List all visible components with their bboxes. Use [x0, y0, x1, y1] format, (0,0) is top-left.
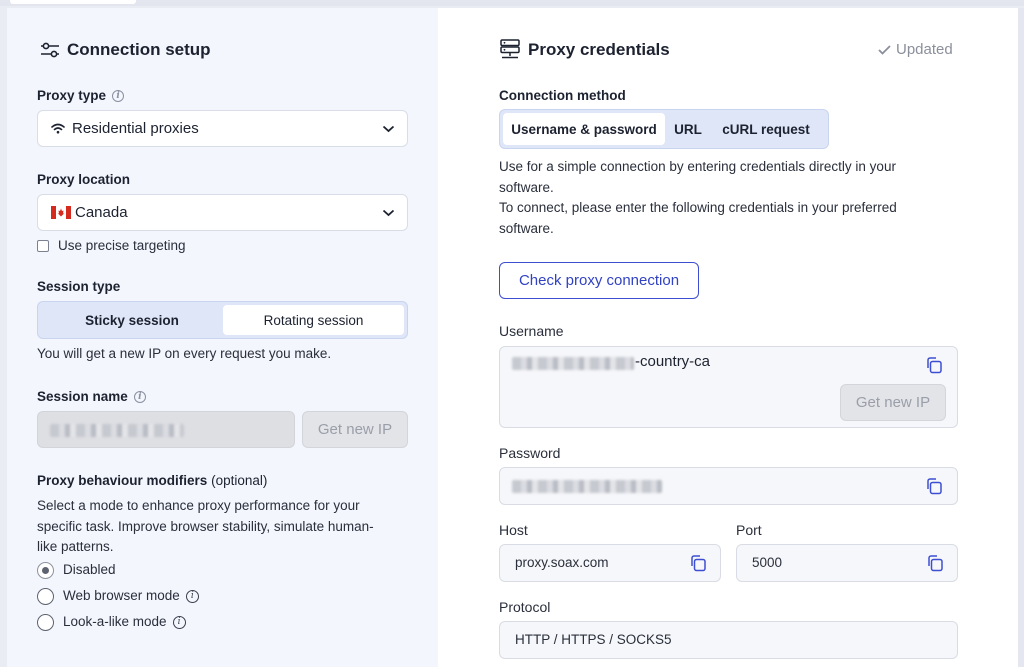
- proxy-location-select[interactable]: Canada: [37, 194, 408, 231]
- desc-line: specific task. Improve browser stability…: [37, 518, 374, 534]
- check-proxy-connection-button[interactable]: Check proxy connection: [499, 262, 699, 299]
- tab-url[interactable]: URL: [665, 113, 711, 145]
- port-field[interactable]: 5000: [736, 544, 958, 582]
- look-a-like-mode-label: Look-a-like mode i: [63, 612, 186, 633]
- server-icon: [500, 39, 520, 59]
- web-browser-mode-label: Web browser mode i: [63, 586, 199, 607]
- tab-curl-request[interactable]: cURL request: [711, 113, 821, 145]
- password-label: Password: [499, 445, 561, 461]
- modifiers-optional: (optional): [211, 473, 268, 488]
- info-icon[interactable]: i: [133, 391, 146, 404]
- session-name-label-text: Session name: [37, 389, 128, 404]
- proxy-type-value: Residential proxies: [72, 120, 199, 137]
- info-icon[interactable]: i: [185, 589, 199, 603]
- look-a-like-mode-text: Look-a-like mode: [63, 614, 167, 629]
- session-name-label: Session name i: [37, 389, 146, 404]
- desc-line: like patterns.: [37, 539, 114, 554]
- look-a-like-mode-radio[interactable]: [37, 614, 54, 631]
- port-label: Port: [736, 522, 762, 538]
- chevron-down-icon: [382, 209, 395, 216]
- disabled-radio[interactable]: [37, 562, 54, 579]
- web-browser-mode-text: Web browser mode: [63, 588, 180, 603]
- right-edge-scroll-area: [1018, 8, 1024, 667]
- proxy-location-value: Canada: [75, 204, 128, 221]
- desc-line: software.: [499, 220, 554, 236]
- connection-method-tabs: Username & password URL cURL request: [499, 109, 829, 149]
- sticky-session-option[interactable]: Sticky session: [41, 305, 223, 335]
- redacted-username: [512, 357, 634, 370]
- copy-icon[interactable]: [925, 356, 943, 374]
- protocol-value: HTTP / HTTPS / SOCKS5: [515, 632, 672, 647]
- sliders-icon: [41, 42, 59, 58]
- host-field[interactable]: proxy.soax.com: [499, 544, 721, 582]
- top-strip: [0, 0, 1024, 6]
- chevron-down-icon: [382, 125, 395, 132]
- desc-line: To connect, please enter the following c…: [499, 200, 897, 215]
- updated-status-text: Updated: [896, 41, 953, 58]
- precise-targeting-checkbox[interactable]: [37, 240, 49, 252]
- connection-method-label: Connection method: [499, 88, 626, 103]
- get-new-ip-button[interactable]: Get new IP: [840, 384, 946, 421]
- copy-icon[interactable]: [925, 477, 943, 495]
- rotating-session-option[interactable]: Rotating session: [223, 305, 404, 335]
- proxy-credentials-title: Proxy credentials: [528, 40, 670, 59]
- canada-flag-icon: [51, 206, 71, 219]
- username-label: Username: [499, 323, 564, 339]
- modifiers-heading: Proxy behaviour modifiers (optional): [37, 473, 267, 488]
- tab-username-password[interactable]: Username & password: [503, 113, 665, 145]
- web-browser-mode-radio[interactable]: [37, 588, 54, 605]
- desc-line: Select a mode to enhance proxy performan…: [37, 498, 360, 513]
- get-new-ip-button[interactable]: Get new IP: [302, 411, 408, 448]
- username-suffix: -country-ca: [635, 353, 711, 370]
- updated-status: Updated: [878, 41, 953, 58]
- session-type-toggle: Sticky session Rotating session: [37, 301, 408, 339]
- redacted-session-name: [50, 424, 184, 437]
- protocol-field[interactable]: HTTP / HTTPS / SOCKS5: [499, 621, 958, 659]
- copy-icon[interactable]: [689, 554, 707, 572]
- connection-setup-title: Connection setup: [67, 40, 211, 59]
- proxy-location-label: Proxy location: [37, 172, 131, 187]
- desc-line: software.: [499, 179, 554, 195]
- wifi-icon: [51, 123, 65, 134]
- connection-description: Use for a simple connection by entering …: [499, 157, 969, 239]
- proxy-type-label-text: Proxy type: [37, 88, 107, 103]
- redacted-password: [512, 480, 662, 493]
- check-icon: [878, 44, 891, 55]
- port-value: 5000: [752, 555, 783, 570]
- host-value: proxy.soax.com: [515, 555, 609, 570]
- disabled-radio-label: Disabled: [63, 562, 116, 577]
- session-type-hint: You will get a new IP on every request y…: [37, 346, 332, 361]
- modifiers-description: Select a mode to enhance proxy performan…: [37, 496, 417, 558]
- copy-icon[interactable]: [926, 554, 944, 572]
- proxy-credentials-panel: Proxy credentials Updated Connection met…: [438, 8, 1018, 667]
- connection-setup-panel: Connection setup Proxy type i Residential…: [7, 8, 438, 667]
- active-tab-indicator: [10, 0, 136, 4]
- desc-line: Use for a simple connection by entering …: [499, 159, 896, 174]
- session-name-input[interactable]: [37, 411, 295, 448]
- proxy-type-label: Proxy type i: [37, 88, 125, 103]
- protocol-label: Protocol: [499, 599, 551, 615]
- info-icon[interactable]: i: [112, 90, 125, 103]
- modifiers-label: Proxy behaviour modifiers: [37, 473, 208, 488]
- precise-targeting-label: Use precise targeting: [58, 238, 186, 253]
- password-field[interactable]: [499, 467, 958, 505]
- host-label: Host: [499, 522, 528, 538]
- proxy-type-select[interactable]: Residential proxies: [37, 110, 408, 147]
- username-field[interactable]: -country-ca Get new IP: [499, 346, 958, 428]
- info-icon[interactable]: i: [172, 615, 186, 629]
- session-type-label: Session type: [37, 279, 121, 294]
